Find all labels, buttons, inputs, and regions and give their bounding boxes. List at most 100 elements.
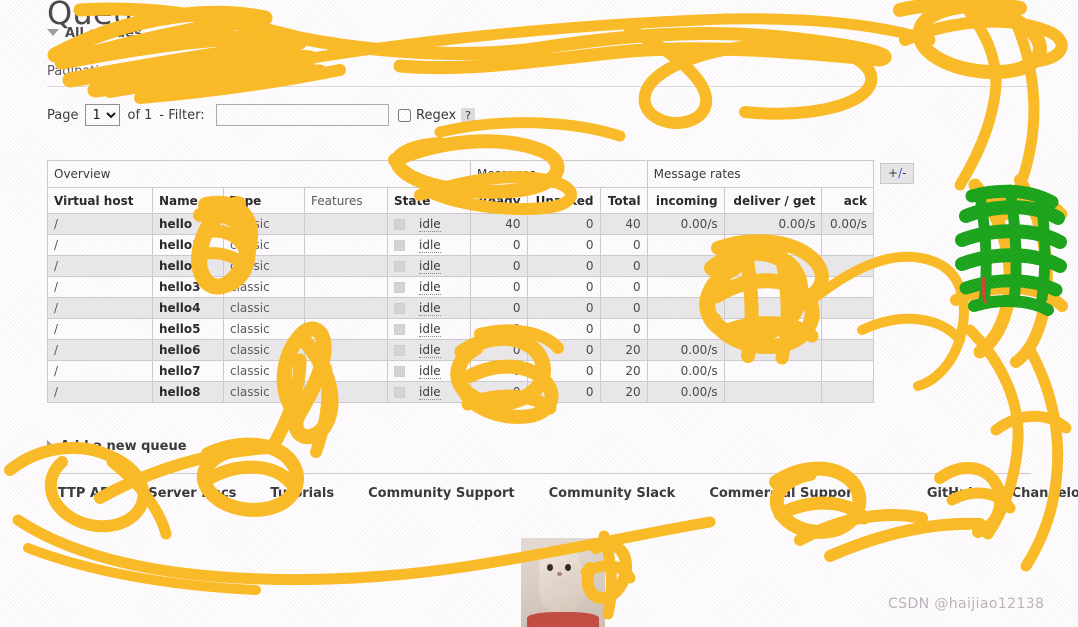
table-row[interactable]: / hello classic idle 40 0 40 0.00/s 0.00/s 0.00/s [47, 213, 874, 235]
cell-incoming-rate [646, 318, 725, 340]
cell-incoming-rate [646, 234, 725, 256]
cell-queue-name[interactable]: hello3 [152, 276, 224, 298]
table-row[interactable]: / hello8 classic idle 0 0 20 0.00/s [47, 381, 874, 403]
table-row[interactable]: / hello5 classic idle 0 0 0 [47, 318, 874, 340]
cell-state: idle [387, 297, 471, 319]
chevron-right-icon [47, 439, 54, 452]
cell-unacked: 0 [526, 234, 601, 256]
state-indicator-icon [394, 366, 405, 377]
footer-link-community-slack[interactable]: Community Slack [549, 486, 676, 501]
all-queues-expander[interactable]: All queues [47, 26, 142, 41]
chevron-down-icon [47, 29, 59, 36]
page-select[interactable]: 1 [85, 104, 121, 126]
cell-state: idle [387, 276, 471, 298]
cell-virtual-host: / [47, 318, 153, 340]
column-header-deliver-get[interactable]: deliver / get [723, 187, 823, 214]
cell-incoming-rate: 0.00/s [646, 339, 725, 361]
table-row[interactable]: / hello2 classic idle 0 0 0 [47, 255, 874, 277]
cell-ready: 0 [470, 255, 528, 277]
queues-table-body: / hello classic idle 40 0 40 0.00/s 0.00/s 0.00/s… [47, 213, 874, 403]
page-label: Page [47, 107, 79, 123]
cell-ready: 0 [470, 234, 528, 256]
column-header-virtual-host[interactable]: Virtual host [47, 187, 153, 214]
cell-ack-rate [821, 297, 874, 319]
state-label: idle [419, 385, 441, 400]
watermark: CSDN @haijiao12138 [888, 596, 1045, 612]
footer-link-server-docs[interactable]: Server Docs [148, 486, 236, 501]
table-row[interactable]: / hello1 classic idle 0 0 0 [47, 234, 874, 256]
cell-ack-rate [821, 276, 874, 298]
cell-deliver-get-rate [723, 318, 823, 340]
cell-virtual-host: / [47, 276, 153, 298]
table-row[interactable]: / hello7 classic idle 0 0 20 0.00/s [47, 360, 874, 382]
add-queue-label: Add a new queue [60, 439, 187, 454]
cell-queue-type: classic [223, 213, 305, 235]
cell-ack-rate [821, 360, 874, 382]
cell-ack-rate [821, 255, 874, 277]
cell-ready: 40 [470, 213, 528, 235]
toggle-columns-button[interactable]: +/- [880, 163, 915, 184]
cell-queue-name[interactable]: hello5 [152, 318, 224, 340]
footer-link-github[interactable]: GitHub [927, 486, 978, 501]
cell-deliver-get-rate [723, 255, 823, 277]
cell-state: idle [387, 360, 471, 382]
footer-link-commercial-support[interactable]: Commercial Support [709, 486, 859, 501]
cell-total: 0 [599, 255, 648, 277]
cell-queue-name[interactable]: hello8 [152, 381, 224, 403]
cell-queue-type: classic [223, 234, 305, 256]
cell-total: 40 [599, 213, 648, 235]
cell-ready: 0 [470, 297, 528, 319]
filter-input[interactable] [215, 104, 389, 126]
cell-queue-name[interactable]: hello7 [152, 360, 224, 382]
add-queue-expander[interactable]: Add a new queue [47, 439, 187, 454]
cell-total: 0 [599, 234, 648, 256]
cell-queue-name[interactable]: hello4 [152, 297, 224, 319]
state-indicator-icon [394, 345, 405, 356]
table-row[interactable]: / hello3 classic idle 0 0 0 [47, 276, 874, 298]
footer-link-changelog[interactable]: Changelog [1012, 486, 1078, 501]
footer-link-community-support[interactable]: Community Support [368, 486, 515, 501]
footer-link-tutorials[interactable]: Tutorials [270, 486, 334, 501]
column-header-total[interactable]: Total [599, 187, 648, 214]
cell-ack-rate [821, 339, 874, 361]
group-header-2: Message rates [646, 160, 875, 188]
state-label: idle [419, 280, 441, 295]
table-row[interactable]: / hello6 classic idle 0 0 20 0.00/s [47, 339, 874, 361]
cell-unacked: 0 [526, 297, 601, 319]
cell-deliver-get-rate: 0.00/s [723, 213, 823, 235]
cell-deliver-get-rate [723, 381, 823, 403]
cell-features [304, 276, 388, 298]
cell-queue-name[interactable]: hello1 [152, 234, 224, 256]
cell-deliver-get-rate [723, 276, 823, 298]
cell-queue-type: classic [223, 360, 305, 382]
column-header-incoming[interactable]: incoming [646, 187, 725, 214]
cell-queue-name[interactable]: hello2 [152, 255, 224, 277]
help-icon[interactable]: ? [461, 108, 476, 123]
cell-total: 20 [599, 339, 648, 361]
column-header-state[interactable]: State [387, 187, 471, 214]
group-header-row: Overview Messages Message rates [47, 160, 875, 188]
table-row[interactable]: / hello4 classic idle 0 0 0 [47, 297, 874, 319]
cell-incoming-rate: 0.00/s [646, 381, 725, 403]
column-header-features[interactable]: Features [304, 187, 388, 214]
group-header-1: Messages [470, 160, 648, 188]
column-header-name[interactable]: Name [152, 187, 224, 214]
cell-features [304, 318, 388, 340]
footer-link-http-api[interactable]: HTTP API [47, 486, 114, 501]
cell-features [304, 339, 388, 361]
regex-checkbox[interactable] [398, 109, 411, 122]
cell-state: idle [387, 318, 471, 340]
cell-unacked: 0 [526, 276, 601, 298]
column-header-unacked[interactable]: Unacked [526, 187, 601, 214]
column-header-ack[interactable]: ack [821, 187, 874, 214]
all-queues-label: All queues [65, 26, 142, 41]
cell-incoming-rate: 0.00/s [646, 213, 725, 235]
cell-state: idle [387, 381, 471, 403]
cell-features [304, 360, 388, 382]
cell-virtual-host: / [47, 381, 153, 403]
column-header-type[interactable]: Type [223, 187, 305, 214]
cell-queue-name[interactable]: hello [152, 213, 224, 235]
cell-queue-name[interactable]: hello6 [152, 339, 224, 361]
state-label: idle [419, 364, 441, 379]
column-header-ready[interactable]: Ready [470, 187, 528, 214]
